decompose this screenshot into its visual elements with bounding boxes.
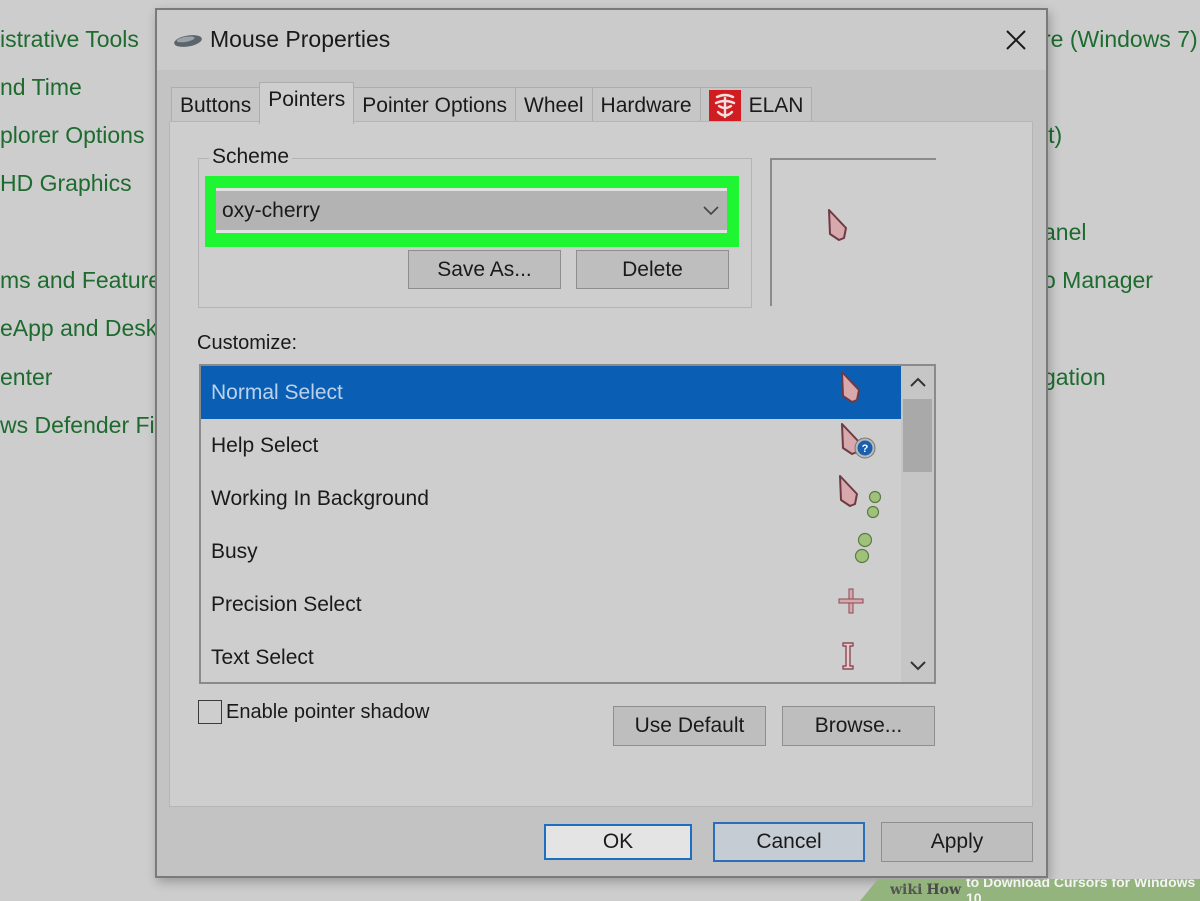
watermark-wiki: wiki: [890, 882, 923, 898]
list-item-working-in-background[interactable]: Working In Background: [201, 472, 901, 525]
list-item-busy[interactable]: Busy: [201, 525, 901, 578]
checkbox-box[interactable]: [198, 700, 222, 724]
list-item-help-select[interactable]: Help Select ?: [201, 419, 901, 472]
mouse-icon: [174, 35, 202, 47]
apply-button[interactable]: Apply: [881, 822, 1033, 862]
cursor-preview: [770, 158, 936, 306]
busy-cursor-icon: [854, 532, 873, 564]
ok-button[interactable]: OK: [544, 824, 692, 860]
help-cursor-icon: ?: [841, 423, 876, 459]
close-button[interactable]: [994, 22, 1038, 58]
list-item-label: Text Select: [211, 645, 314, 669]
chevron-down-icon: [703, 205, 719, 215]
close-icon: [1006, 30, 1026, 50]
chevron-up-icon: [909, 377, 926, 387]
scroll-up-button[interactable]: [901, 366, 934, 398]
tab-label: Buttons: [180, 93, 252, 117]
bg-link-hd-graphics[interactable]: HD Graphics: [0, 170, 132, 197]
working-cursor-icon: [839, 475, 882, 519]
watermark-text: to Download Cursors for Windows 10: [966, 874, 1196, 901]
use-default-button[interactable]: Use Default: [613, 706, 766, 746]
tab-buttons[interactable]: Buttons: [171, 87, 261, 123]
bg-link-programs-features[interactable]: ms and Feature: [0, 267, 161, 294]
customize-label: Customize:: [197, 332, 298, 354]
tab-strip: Buttons Pointers Pointer Options Wheel H…: [171, 82, 813, 124]
list-scrollbar[interactable]: [901, 366, 934, 682]
tab-elan[interactable]: ELAN: [699, 87, 813, 123]
tab-label: ELAN: [748, 93, 804, 117]
tab-wheel[interactable]: Wheel: [515, 87, 593, 123]
list-item-text-select[interactable]: Text Select: [201, 631, 901, 682]
bg-link-panel[interactable]: anel: [1043, 219, 1086, 246]
scheme-group: Scheme oxy-cherry Save As... Delete: [198, 145, 752, 308]
chevron-down-icon: [909, 661, 926, 671]
tab-label: Hardware: [600, 93, 692, 117]
checkbox-label: Enable pointer shadow: [226, 700, 430, 723]
watermark-how: How: [926, 882, 962, 898]
scheme-group-label: Scheme: [209, 145, 293, 169]
bg-link-explorer-options[interactable]: plorer Options: [0, 122, 144, 149]
tab-label: Pointers: [268, 87, 346, 111]
save-as-button[interactable]: Save As...: [408, 250, 561, 289]
bg-link-administrative-tools[interactable]: istrative Tools: [0, 26, 139, 53]
bg-link-remoteapp[interactable]: eApp and Desk: [0, 315, 157, 342]
svg-text:?: ?: [862, 443, 869, 455]
bg-link-center[interactable]: enter: [0, 364, 52, 391]
title-bar[interactable]: Mouse Properties: [157, 10, 1046, 70]
scroll-thumb[interactable]: [903, 399, 932, 472]
arrow-cursor-preview-icon: [828, 209, 847, 241]
arrow-cursor-icon: [841, 371, 860, 403]
list-item-label: Precision Select: [211, 592, 362, 616]
scheme-selected-value: oxy-cherry: [222, 198, 321, 222]
crosshair-cursor-icon: [838, 588, 864, 614]
bg-link-manager[interactable]: o Manager: [1043, 267, 1153, 294]
browse-button[interactable]: Browse...: [782, 706, 935, 746]
wikihow-watermark: wiki How to Download Cursors for Windows…: [860, 879, 1200, 901]
enable-pointer-shadow-checkbox[interactable]: Enable pointer shadow: [198, 700, 429, 724]
tab-label: Wheel: [524, 93, 584, 117]
dialog-title: Mouse Properties: [210, 26, 391, 52]
list-item-label: Working In Background: [211, 486, 429, 510]
tab-pointer-options[interactable]: Pointer Options: [353, 87, 517, 123]
bg-link-date-and-time[interactable]: nd Time: [0, 74, 82, 101]
delete-button[interactable]: Delete: [576, 250, 729, 289]
list-item-normal-select[interactable]: Normal Select: [201, 366, 901, 419]
bg-link-backup-restore[interactable]: re (Windows 7): [1043, 26, 1198, 53]
list-item-precision-select[interactable]: Precision Select: [201, 578, 901, 631]
scheme-dropdown[interactable]: oxy-cherry: [216, 188, 727, 233]
list-item-label: Normal Select: [211, 380, 343, 404]
mouse-properties-dialog: Mouse Properties Buttons Pointers Pointe…: [155, 8, 1048, 878]
bg-link-navigation[interactable]: gation: [1043, 364, 1106, 391]
list-item-label: Help Select: [211, 433, 319, 457]
tab-pointers[interactable]: Pointers: [259, 82, 355, 124]
pointers-tab-panel: Scheme oxy-cherry Save As... Delete Cust…: [169, 121, 1033, 807]
tab-label: Pointer Options: [362, 93, 508, 117]
bg-link-windows-defender[interactable]: ws Defender Fi: [0, 412, 155, 439]
tab-hardware[interactable]: Hardware: [591, 87, 701, 123]
list-item-label: Busy: [211, 539, 258, 563]
scroll-down-button[interactable]: [901, 650, 934, 682]
elan-logo-icon: [708, 89, 741, 122]
cancel-button[interactable]: Cancel: [713, 822, 865, 862]
cursor-list[interactable]: Normal Select Help Select ? Working In B…: [199, 364, 936, 684]
ibeam-cursor-icon: [842, 642, 854, 670]
